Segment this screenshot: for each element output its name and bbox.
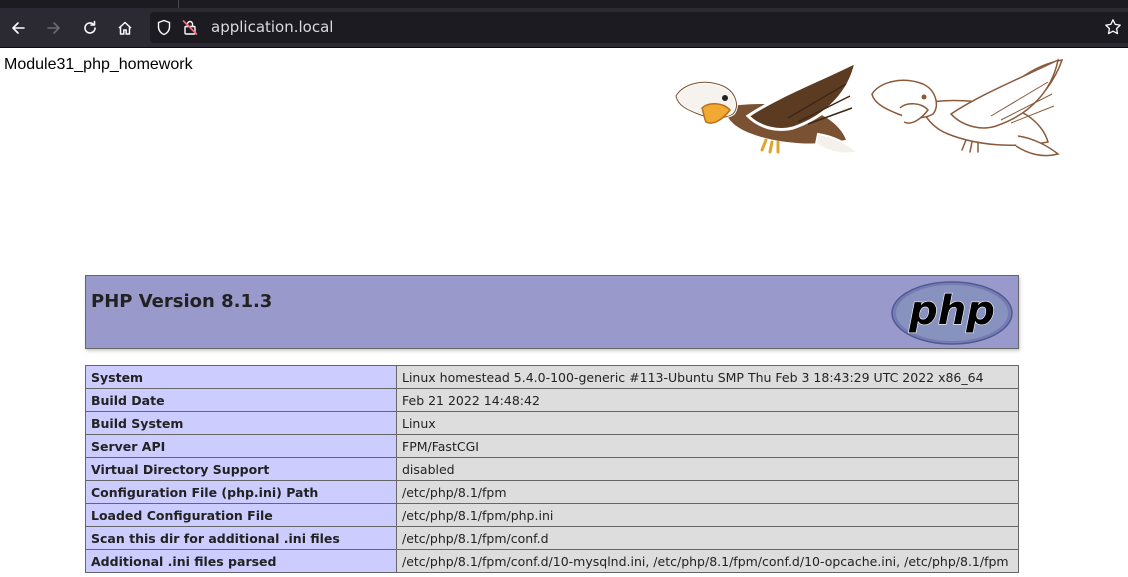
page-header-text: Module31_php_homework: [4, 56, 193, 73]
back-arrow-icon: [12, 22, 25, 34]
info-key: Scan this dir for additional .ini files: [85, 526, 397, 550]
table-row: Build Date Feb 21 2022 14:48:42: [85, 388, 1019, 412]
info-key: Virtual Directory Support: [85, 457, 397, 481]
table-row: Build System Linux: [85, 411, 1019, 435]
info-value: /etc/php/8.1/fpm/php.ini: [396, 503, 1019, 527]
php-logo-text: php: [908, 288, 995, 334]
insecure-lock-icon[interactable]: [182, 19, 198, 36]
reload-button[interactable]: [76, 14, 104, 42]
browser-toolbar: application.local: [0, 8, 1128, 48]
info-key: Loaded Configuration File: [85, 503, 397, 527]
info-value: /etc/php/8.1/fpm: [396, 480, 1019, 504]
php-version-title: PHP Version 8.1.3: [91, 291, 273, 312]
table-row: System Linux homestead 5.4.0-100-generic…: [85, 365, 1019, 389]
table-row: Configuration File (php.ini) Path /etc/p…: [85, 480, 1019, 504]
forward-arrow-icon: [47, 22, 60, 34]
shield-icon[interactable]: [156, 19, 172, 36]
home-button[interactable]: [111, 14, 139, 42]
url-text[interactable]: application.local: [211, 18, 333, 37]
table-row: Server API FPM/FastCGI: [85, 434, 1019, 458]
info-key: Build System: [85, 411, 397, 435]
home-icon: [118, 21, 132, 35]
tab-strip: [0, 0, 1128, 8]
info-value: Feb 21 2022 14:48:42: [396, 388, 1019, 412]
php-logo[interactable]: php: [891, 281, 1013, 345]
url-bar[interactable]: application.local: [150, 12, 1128, 43]
info-value: Linux homestead 5.4.0-100-generic #113-U…: [396, 365, 1019, 389]
eagle-color-image: [674, 59, 861, 155]
info-value: /etc/php/8.1/fpm/conf.d/10-mysqlnd.ini, …: [396, 549, 1019, 573]
eagle-outline-image: [871, 58, 1064, 157]
info-key: Additional .ini files parsed: [85, 549, 397, 573]
php-info-table: System Linux homestead 5.4.0-100-generic…: [85, 365, 1019, 573]
info-value: disabled: [396, 457, 1019, 481]
table-row: Loaded Configuration File /etc/php/8.1/f…: [85, 503, 1019, 527]
info-value: /etc/php/8.1/fpm/conf.d: [396, 526, 1019, 550]
info-key: Build Date: [85, 388, 397, 412]
reload-icon: [84, 20, 96, 34]
table-row: Scan this dir for additional .ini files …: [85, 526, 1019, 550]
info-key: Server API: [85, 434, 397, 458]
info-value: Linux: [396, 411, 1019, 435]
info-key: Configuration File (php.ini) Path: [85, 480, 397, 504]
back-button[interactable]: [4, 14, 32, 42]
table-row: Additional .ini files parsed /etc/php/8.…: [85, 549, 1019, 573]
table-row: Virtual Directory Support disabled: [85, 457, 1019, 481]
forward-button[interactable]: [40, 14, 68, 42]
info-value: FPM/FastCGI: [396, 434, 1019, 458]
bookmark-star-icon[interactable]: [1104, 18, 1122, 36]
php-version-header: PHP Version 8.1.3 php: [85, 275, 1019, 349]
info-key: System: [85, 365, 397, 389]
